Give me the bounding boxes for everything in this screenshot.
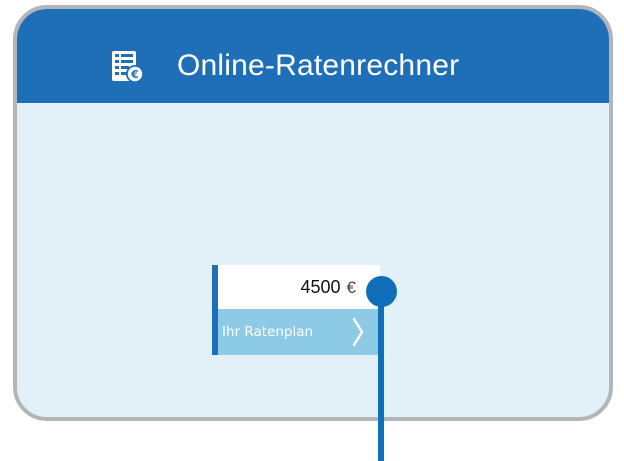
currency-symbol: € xyxy=(346,278,356,297)
rate-plan-button[interactable]: Ihr Ratenplan xyxy=(218,309,380,355)
rate-plan-button-label: Ihr Ratenplan xyxy=(222,324,314,340)
amount-value: 4500 xyxy=(300,277,341,297)
pointer-line xyxy=(378,294,384,461)
card-header: € Online-Ratenrechner xyxy=(17,9,609,103)
page-title: Online-Ratenrechner xyxy=(177,49,460,82)
amount-input[interactable]: 4500 € xyxy=(218,265,380,309)
calculator-widget: 4500 € Ihr Ratenplan xyxy=(212,265,380,355)
pointer-dot xyxy=(366,276,397,307)
rate-calculator-card: € Online-Ratenrechner xyxy=(13,5,613,421)
stage: € Online-Ratenrechner 4500 € Ihr Ratenpla… xyxy=(0,0,624,461)
chevron-right-icon xyxy=(352,317,364,347)
svg-text:€: € xyxy=(130,68,139,81)
calculator-euro-icon: € xyxy=(110,49,144,83)
